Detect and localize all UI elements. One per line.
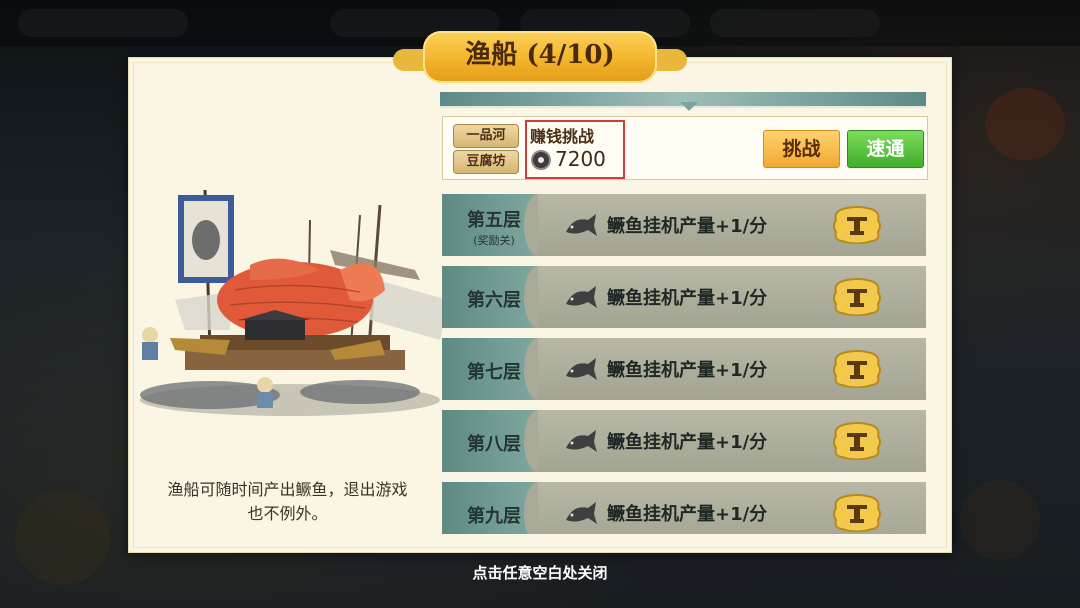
floor-row: 第八层 鳜鱼挂机产量+1/分 <box>442 410 926 472</box>
floor-subtitle: (奖励关) <box>473 234 515 247</box>
fish-icon <box>566 358 597 380</box>
fish-icon <box>566 502 597 524</box>
challenge-amount: 7200 <box>555 147 606 171</box>
location-tag: 豆腐坊 <box>453 150 519 174</box>
panel-title: 渔船 (4/10) <box>465 40 615 70</box>
floor-list[interactable]: 一品河 豆腐坊 赚钱挑战 7200 挑战 速通 第五层 (奖励关) 鳜鱼挂机产量… <box>433 92 928 534</box>
floor-row: 第九层 鳜鱼挂机产量+1/分 <box>442 482 926 534</box>
chest-icon[interactable] <box>832 350 882 388</box>
title-banner: 渔船 (4/10) <box>393 31 687 83</box>
floor-reward: 鳜鱼挂机产量+1/分 <box>607 216 768 237</box>
fishing-boat-illustration <box>140 189 448 416</box>
floor-reward: 鳜鱼挂机产量+1/分 <box>607 504 768 525</box>
fish-icon <box>566 286 597 308</box>
floor-row: 第五层 (奖励关) 鳜鱼挂机产量+1/分 <box>442 194 926 256</box>
floor-reward: 鳜鱼挂机产量+1/分 <box>607 360 768 381</box>
floor-name: 第七层 <box>467 362 521 383</box>
challenge-button[interactable]: 挑战 <box>763 130 840 168</box>
floor-name: 第五层 <box>467 210 521 231</box>
list-header-bar <box>440 92 926 111</box>
chest-icon[interactable] <box>832 422 882 460</box>
coin-icon <box>531 150 551 170</box>
location-tag: 一品河 <box>453 124 519 148</box>
list-header-notch <box>680 102 698 111</box>
chest-icon[interactable] <box>832 494 882 532</box>
fish-icon <box>566 430 597 452</box>
chest-icon[interactable] <box>832 278 882 316</box>
floor-name: 第九层 <box>467 506 521 527</box>
floor-row: 第六层 鳜鱼挂机产量+1/分 <box>442 266 926 328</box>
description-text: 渔船可随时间产出鳜鱼，退出游戏也不例外。 <box>167 480 408 523</box>
sweep-button[interactable]: 速通 <box>847 130 924 168</box>
fish-icon <box>566 214 597 236</box>
floor-row: 第七层 鳜鱼挂机产量+1/分 <box>442 338 926 400</box>
floor-reward: 鳜鱼挂机产量+1/分 <box>607 288 768 309</box>
floor-name: 第八层 <box>467 434 521 455</box>
chest-icon[interactable] <box>832 206 882 244</box>
challenge-label: 赚钱挑战 <box>530 127 595 146</box>
money-challenge-row: 一品河 豆腐坊 赚钱挑战 7200 挑战 速通 <box>442 116 928 180</box>
floor-reward: 鳜鱼挂机产量+1/分 <box>607 432 768 453</box>
close-hint[interactable]: 点击任意空白处关闭 <box>0 562 1080 583</box>
floor-name: 第六层 <box>467 290 521 311</box>
